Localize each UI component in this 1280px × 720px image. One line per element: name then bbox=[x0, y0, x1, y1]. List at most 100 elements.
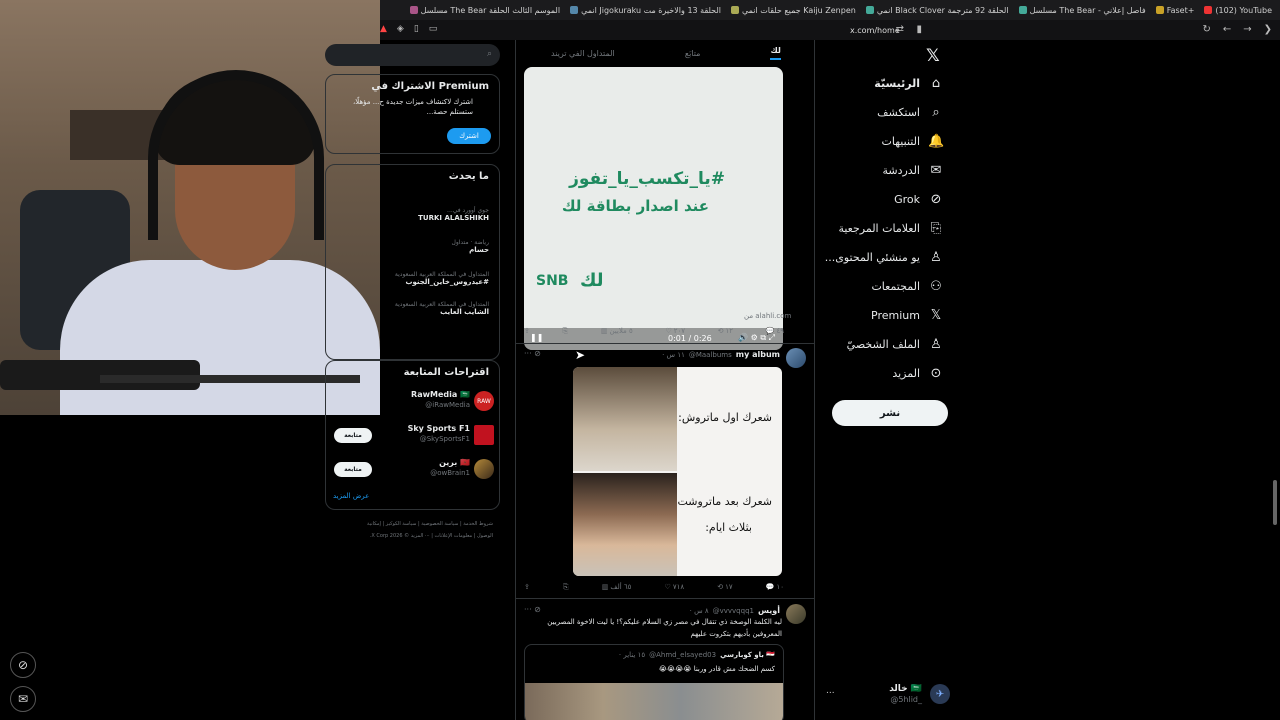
follow-name: Sky Sports F1 bbox=[407, 424, 470, 433]
search-input[interactable]: ⌕ bbox=[325, 44, 500, 66]
follow-button[interactable]: متابعة bbox=[334, 428, 372, 443]
bookmark-icon[interactable]: ⎘ bbox=[563, 327, 569, 336]
avatar[interactable] bbox=[786, 604, 806, 624]
nav-creators[interactable]: ♙ ...يو منشئي المحتوى bbox=[825, 250, 944, 265]
extension-icon[interactable]: ▯ bbox=[414, 24, 419, 34]
like-button[interactable]: ♡ ٧١٨ bbox=[665, 583, 685, 592]
nav-bookmarks[interactable]: ⎘ العلامات المرجعية bbox=[838, 221, 944, 236]
nav-messages[interactable]: ✉ الدردشة bbox=[882, 163, 944, 178]
browser-tab[interactable]: Faset+ bbox=[1155, 5, 1195, 15]
like-button[interactable]: ♡ ٢٠٧ bbox=[665, 327, 685, 336]
follow-suggestion[interactable]: برين 🇲🇦 @owBrain1 متابعة bbox=[334, 457, 494, 483]
share-icon[interactable]: ⇪ bbox=[524, 327, 530, 336]
nav-label: ...يو منشئي المحتوى bbox=[824, 251, 920, 264]
divider bbox=[516, 598, 814, 599]
mouse-cursor-icon: ➤ bbox=[575, 348, 586, 362]
back-icon[interactable]: ← bbox=[1223, 24, 1231, 35]
tweet-author[interactable]: my album bbox=[736, 350, 780, 359]
avatar[interactable] bbox=[786, 348, 806, 368]
retweet-button[interactable]: ⟲ ١٢ bbox=[718, 327, 733, 336]
views-button[interactable]: ▥ ٦٥ ألف bbox=[602, 583, 632, 592]
ad-source[interactable]: من alahli.com bbox=[744, 312, 791, 320]
browser-tab[interactable]: انمي Black Clover الحلقة 92 مترجمة bbox=[865, 6, 1009, 15]
tweet-handle[interactable]: @Maalbums bbox=[689, 351, 732, 359]
reply-button[interactable]: 💬 ٤٩ bbox=[766, 327, 784, 336]
tab-for-you[interactable]: لك bbox=[770, 46, 781, 60]
browser-tab[interactable]: (102) YouTube bbox=[1204, 6, 1272, 15]
mail-icon[interactable]: ✉ bbox=[10, 686, 36, 712]
tweet-header: my album @Maalbums · ١١ س bbox=[662, 350, 780, 359]
tweet-time[interactable]: · ١١ س bbox=[662, 351, 685, 359]
nav-explore[interactable]: ⌕ استكشف bbox=[877, 105, 944, 120]
nav-notifications[interactable]: 🔔 التنبيهات bbox=[882, 134, 945, 149]
tweet-actions: 💬 ١٠ ⟲ ١٧ ♡ ٧١٨ ▥ ٦٥ ألف ⎘ ⇪ bbox=[524, 583, 784, 592]
trend-category: المتداول في المملكة العربية السعودية bbox=[394, 271, 489, 278]
browser-tab[interactable]: مسلسل The Bear الموسم الثالث الحلقة bbox=[409, 6, 560, 15]
nav-home[interactable]: ⌂ الرئيسيّة bbox=[874, 76, 944, 91]
home-timeline: لك متابَع المتداول الفي تريند #يا_تكسب_ي… bbox=[515, 40, 815, 720]
nav-profile[interactable]: ♙ الملف الشخصيّ bbox=[847, 337, 944, 352]
tweet-time[interactable]: · ٨ س bbox=[690, 607, 709, 615]
follow-suggestion[interactable]: RAW RawMedia 🇸🇦 @iRawMedia bbox=[334, 389, 494, 415]
tab-following[interactable]: متابَع bbox=[685, 49, 701, 58]
tab-label: Faset+ bbox=[1166, 5, 1195, 15]
tweet-text: ليه الكلمة الوصخة ذي تتقال في مصر زي الس… bbox=[547, 618, 782, 638]
promoted-video[interactable]: #يا_تكسب_يا_تفوز عند اصدار بطاقة لك SNB … bbox=[524, 67, 783, 350]
follow-suggestion[interactable]: Sky Sports F1 @SkySportsF1 متابعة bbox=[334, 423, 494, 449]
x-logo-icon[interactable]: 𝕏 bbox=[926, 46, 940, 66]
nav-label: الرئيسيّة bbox=[874, 77, 920, 90]
browser-tab[interactable]: انمي Jigokuraku الحلقة 13 والاخيرة مت bbox=[570, 6, 721, 15]
tab-trending[interactable]: المتداول الفي تريند bbox=[551, 49, 615, 58]
communities-icon: ⚇ bbox=[930, 279, 942, 294]
meme-caption: بثلاث ايام: bbox=[705, 521, 752, 534]
grok-icon[interactable]: ⊘ bbox=[10, 652, 36, 678]
extension-icon[interactable]: ▲ bbox=[380, 24, 387, 34]
trend-item[interactable]: جوي أوورد في... TURKI ALALSHIKH bbox=[418, 207, 489, 222]
more-icon[interactable]: ... bbox=[826, 686, 835, 696]
account-switcher[interactable]: ✈ خالد 🇸🇦 @5hlid_ ... bbox=[826, 680, 954, 710]
post-button[interactable]: نشر bbox=[832, 400, 948, 426]
show-more-link[interactable]: عرض المزيد bbox=[333, 492, 369, 500]
more-icon[interactable]: ··· ⊘ bbox=[524, 349, 541, 358]
scrollbar[interactable] bbox=[1273, 480, 1277, 525]
trend-title: TURKI ALALSHIKH bbox=[418, 214, 489, 222]
share-icon[interactable]: ⇪ bbox=[524, 583, 530, 592]
more-icon[interactable]: ··· ⊘ bbox=[524, 605, 541, 614]
nav-premium[interactable]: 𝕏 Premium bbox=[871, 308, 944, 323]
browser-tab[interactable]: مسلسل The Bear - فاصل إعلاني bbox=[1018, 6, 1146, 15]
subscribe-button[interactable]: اشترك bbox=[447, 128, 491, 144]
bookmark-icon[interactable]: ⎘ bbox=[563, 583, 569, 592]
tweet-handle[interactable]: @vvvvqqq1 bbox=[713, 607, 754, 615]
avatar bbox=[474, 425, 494, 445]
window-icon[interactable]: ▭ bbox=[429, 24, 438, 34]
reload-icon[interactable]: ↻ bbox=[1202, 24, 1210, 35]
nav-more[interactable]: ⊙ المزيد bbox=[892, 366, 944, 381]
trend-item[interactable]: رياضة · متداول حسام bbox=[451, 239, 489, 254]
site-icon bbox=[1155, 6, 1164, 14]
quoted-tweet[interactable]: باو كوبارسي 🇪🇬 @Ahmd_elsayed03 · ١٥ يناي… bbox=[524, 644, 784, 720]
avatar: RAW bbox=[474, 391, 494, 411]
tweet-image[interactable]: شعرك اول ماتروش: شعرك بعد ماتروشت بثلاث … bbox=[573, 367, 782, 576]
nav-grok[interactable]: ⊘ Grok bbox=[894, 192, 944, 207]
forward-icon[interactable]: → bbox=[1243, 24, 1251, 35]
browser-tab[interactable]: جميع حلقات انمي Kaiju Zenpen bbox=[730, 6, 856, 15]
avatar bbox=[474, 459, 494, 479]
bookmark-icon[interactable]: ▮ bbox=[916, 24, 922, 35]
footer-links[interactable]: شروط الخدمة | سياسة الخصوصية | سياسة الك… bbox=[353, 518, 493, 542]
trend-item[interactable]: المتداول في المملكة العربية السعودية الشا… bbox=[395, 301, 489, 316]
views-button[interactable]: ▥ ٥ ملايين bbox=[601, 327, 633, 336]
address-input[interactable]: x.com/home bbox=[850, 26, 900, 35]
follow-handle: @SkySportsF1 bbox=[419, 435, 470, 443]
retweet-button[interactable]: ⟲ ١٧ bbox=[717, 583, 732, 592]
shield-icon[interactable]: ◈ bbox=[397, 24, 404, 34]
headset bbox=[148, 70, 324, 240]
trend-item[interactable]: المتداول في المملكة العربية السعودية #عيد… bbox=[395, 271, 489, 286]
tweet-author[interactable]: أويس bbox=[758, 606, 780, 615]
trend-category: جوي أوورد في... bbox=[447, 207, 489, 214]
reply-button[interactable]: 💬 ١٠ bbox=[766, 583, 784, 592]
settings-icon[interactable]: ⇄ bbox=[896, 24, 904, 35]
quote-header: باو كوبارسي 🇪🇬 @Ahmd_elsayed03 · ١٥ يناي… bbox=[619, 651, 775, 659]
nav-communities[interactable]: ⚇ المجتمعات bbox=[871, 279, 944, 294]
menu-icon[interactable]: ❯ bbox=[1264, 24, 1272, 35]
follow-button[interactable]: متابعة bbox=[334, 462, 372, 477]
